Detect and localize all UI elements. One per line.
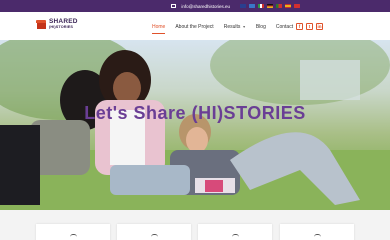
chevron-down-icon: ▼ [242,25,246,29]
hero-banner: Let's Share (HI)STORIES [0,40,390,210]
social-links: f t in [296,23,323,30]
nav-item-about[interactable]: About the Project [175,24,213,30]
facebook-icon[interactable]: f [296,23,303,30]
feature-card[interactable] [198,224,272,240]
box-logo-icon [36,19,46,30]
feature-icon [69,234,77,237]
main-nav: Home About the Project Results ▼ Blog Con… [152,24,293,34]
feature-card[interactable] [36,224,110,240]
hero-photo [0,40,390,210]
turkey-flag-icon[interactable] [294,4,300,8]
logo-text: SHARED (HI)STORIES [49,18,78,29]
feature-icon [150,234,158,237]
italy-flag-icon[interactable] [258,4,264,8]
email-text: info@sharedhistories.eu [181,3,230,9]
nav-item-contact[interactable]: Contact [276,24,293,30]
site-logo[interactable]: SHARED (HI)STORIES [36,18,78,30]
logo-line2: (HI)STORIES [49,24,74,29]
nav-item-blog[interactable]: Blog [256,24,266,30]
feature-icon [313,234,321,237]
top-bar: info@sharedhistories.eu [0,0,390,12]
estonia-flag-icon[interactable] [249,4,255,8]
nav-item-home[interactable]: Home [152,24,166,34]
feature-card[interactable] [280,224,354,240]
feature-card[interactable] [117,224,191,240]
spain-flag-icon[interactable] [285,4,291,8]
uk-flag-icon[interactable] [240,4,246,8]
nav-item-results[interactable]: Results ▼ [224,24,246,30]
email-link[interactable]: info@sharedhistories.eu [171,4,230,9]
mail-icon [171,4,177,8]
portugal-flag-icon[interactable] [276,4,282,8]
language-flags [240,4,300,8]
germany-flag-icon[interactable] [267,4,273,8]
hero-title: Let's Share (HI)STORIES [84,103,306,123]
feature-icon [231,234,239,237]
linkedin-icon[interactable]: in [316,23,323,30]
site-header: SHARED (HI)STORIES Home About the Projec… [0,12,390,40]
features-section [0,210,390,240]
twitter-icon[interactable]: t [306,23,313,30]
